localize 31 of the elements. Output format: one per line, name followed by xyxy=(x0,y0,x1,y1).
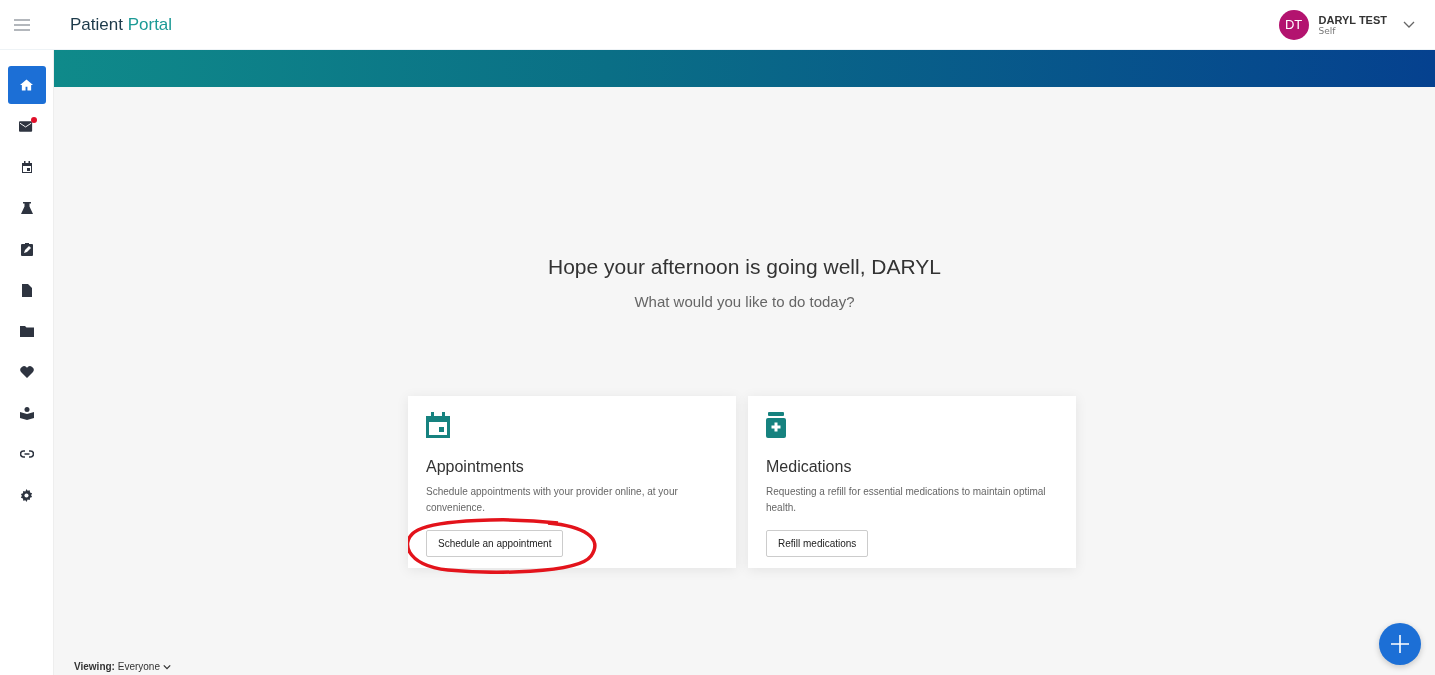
calendar-icon xyxy=(20,160,33,174)
card-title: Medications xyxy=(766,458,853,476)
add-button[interactable] xyxy=(1379,623,1421,665)
chevron-down-icon[interactable] xyxy=(162,664,171,670)
app-title: Patient Portal xyxy=(70,14,173,35)
folder-icon xyxy=(19,325,34,337)
card-button[interactable]: Refill medications xyxy=(766,530,869,557)
heart-icon xyxy=(19,366,34,378)
greeting-title: Hope your afternoon is going well, DARYL xyxy=(548,255,941,279)
link-icon xyxy=(19,450,34,458)
mail-icon xyxy=(19,120,34,132)
clipboard-edit-icon xyxy=(20,242,33,256)
settings-icon xyxy=(20,488,33,502)
chevron-down-icon[interactable] xyxy=(1403,20,1415,29)
card-description: Requesting a refill for essential medications to maintain optimal health. xyxy=(766,485,1047,515)
card-title: Appointments xyxy=(426,458,525,476)
card-button[interactable]: Schedule an appointment xyxy=(426,530,564,557)
plus-icon xyxy=(1391,635,1409,653)
user-name: DARYL TEST xyxy=(1318,13,1387,26)
flask-icon xyxy=(20,202,33,214)
document-icon xyxy=(21,283,32,297)
card-description: Schedule appointments with your provider online, at your convenience. xyxy=(426,485,679,515)
calendar-icon xyxy=(426,412,450,438)
reader-icon xyxy=(19,406,34,420)
home-icon xyxy=(20,79,33,91)
viewing-label: Viewing: xyxy=(74,661,115,672)
medication-icon xyxy=(766,412,786,438)
avatar: DT xyxy=(1278,9,1309,40)
user-role: Self xyxy=(1318,25,1337,36)
viewing-value[interactable]: Everyone xyxy=(117,661,160,672)
greeting-subtitle: What would you like to do today? xyxy=(634,293,855,310)
